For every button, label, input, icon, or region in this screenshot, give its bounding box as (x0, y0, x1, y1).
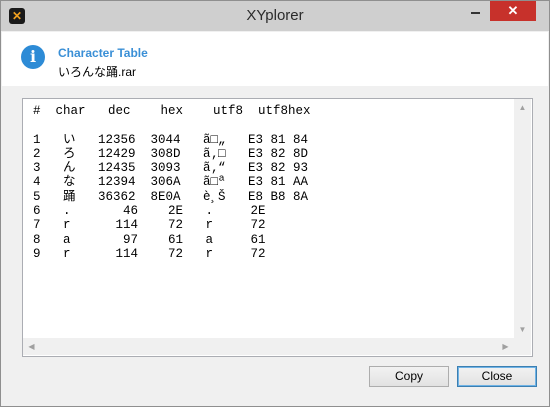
info-icon: i (21, 45, 45, 69)
table-row: 9 r 114 72 r 72 (33, 246, 266, 261)
close-button[interactable]: Close (457, 366, 537, 387)
copy-button[interactable]: Copy (369, 366, 449, 387)
dialog-heading: Character Table (58, 46, 148, 60)
character-table: # char dec hex utf8 utf8hex 1 い 12356 30… (33, 104, 311, 261)
table-row: 7 r 114 72 r 72 (33, 218, 266, 233)
file-name: いろんな踊.rar (58, 65, 137, 79)
scroll-left-arrow-icon[interactable]: ◀ (23, 338, 40, 355)
title-bar[interactable]: ✕ XYplorer ✕ (1, 1, 549, 31)
minimize-button[interactable] (463, 1, 489, 21)
dialog-header: i Character Table いろんな踊.rar (2, 32, 548, 86)
table-row: 8 a 97 61 a 61 (33, 232, 266, 247)
scroll-right-arrow-icon[interactable]: ▶ (497, 338, 514, 355)
close-icon: ✕ (507, 3, 519, 18)
table-row: 5 踊 36362 8E0A è¸Š E8 B8 8A (33, 189, 309, 204)
text-area[interactable]: # char dec hex utf8 utf8hex 1 い 12356 30… (23, 99, 514, 338)
table-row: 6 . 46 2E . 2E (33, 204, 266, 219)
scroll-up-arrow-icon[interactable]: ▲ (514, 99, 531, 116)
character-table-dialog: ✕ XYplorer ✕ i Character Table いろんな踊.rar… (0, 0, 550, 407)
window-close-button[interactable]: ✕ (490, 1, 536, 21)
horizontal-scrollbar[interactable]: ◀ ▶ (23, 338, 514, 355)
table-row: 3 ん 12435 3093 ã‚“ E3 82 93 (33, 161, 309, 176)
table-row: 4 な 12394 306A ã□ª E3 81 AA (33, 175, 309, 190)
table-row: 2 ろ 12429 308D ã‚□ E3 82 8D (33, 146, 309, 161)
character-table-textbox[interactable]: # char dec hex utf8 utf8hex 1 い 12356 30… (22, 98, 533, 357)
scroll-down-arrow-icon[interactable]: ▼ (514, 321, 531, 338)
minimize-icon (471, 12, 480, 14)
scrollbar-corner (514, 338, 531, 355)
vertical-scrollbar[interactable]: ▲ ▼ (514, 99, 531, 338)
table-header: # char dec hex utf8 utf8hex (33, 104, 311, 118)
table-row: 1 い 12356 3044 ã□„ E3 81 84 (33, 132, 309, 147)
